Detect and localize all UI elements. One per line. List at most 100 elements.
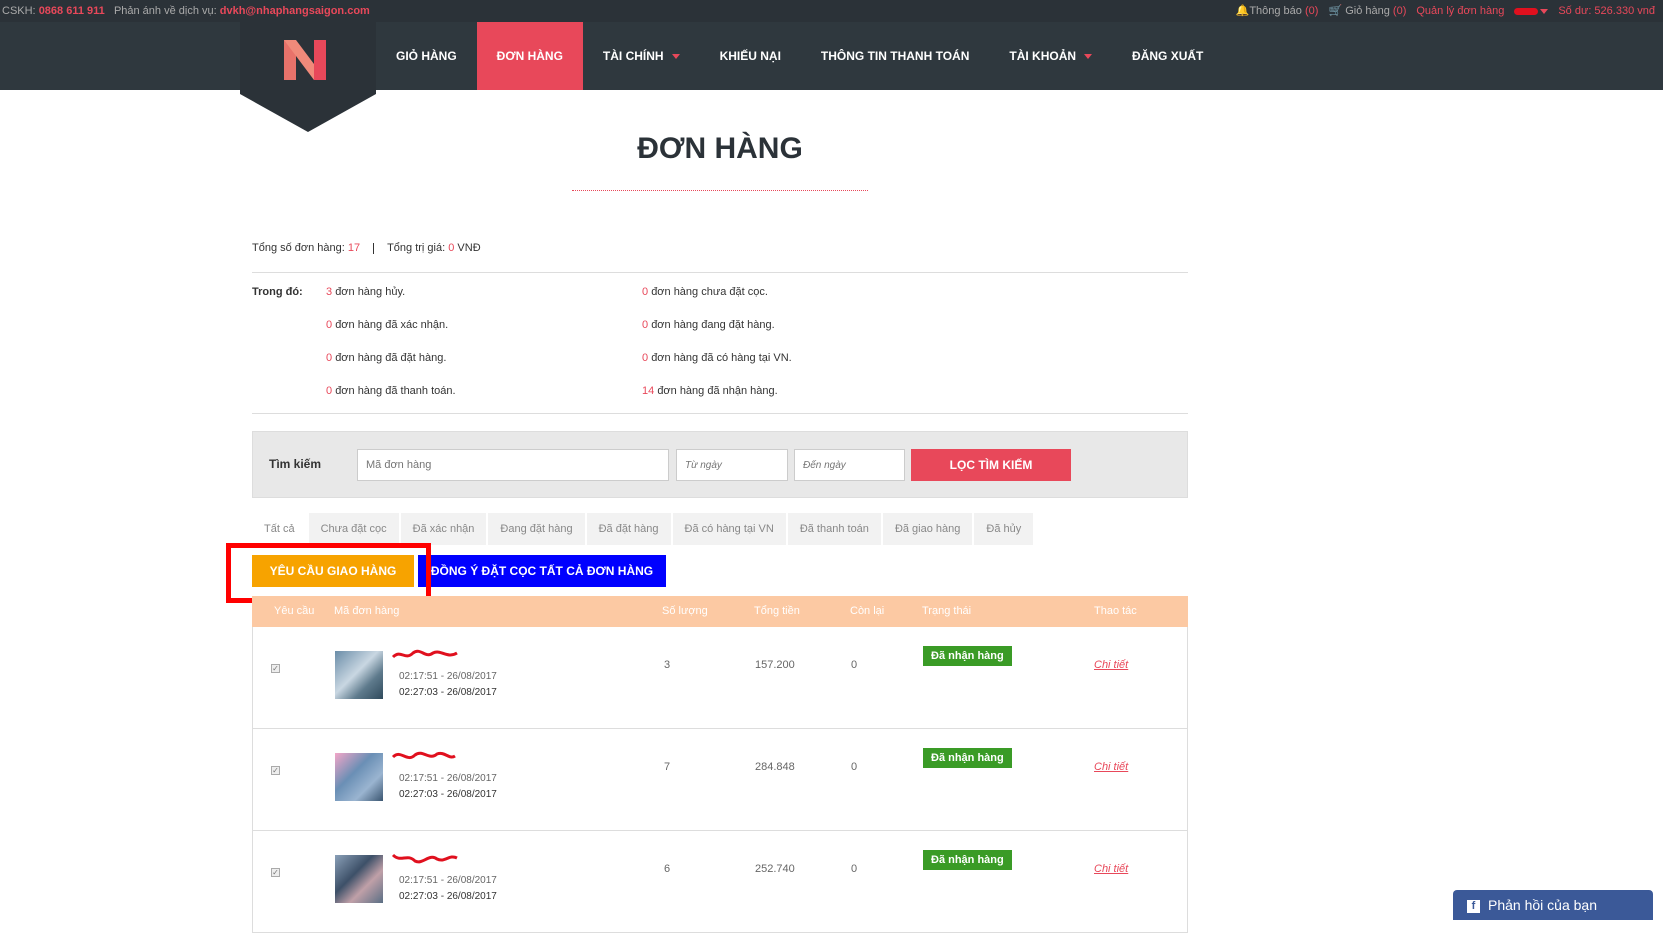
nav-item-cart[interactable]: GIỎ HÀNG [376, 22, 477, 90]
divider [252, 413, 1188, 414]
breakdown-item: 0 đơn hàng chưa đặt cọc. [642, 286, 768, 298]
nav-item-complaints[interactable]: KHIẾU NẠI [700, 22, 801, 90]
search-label: Tìm kiếm [269, 457, 322, 471]
total-value-amount: 0 [448, 242, 455, 254]
nav-item-payment-info[interactable]: THÔNG TIN THANH TOÁN [801, 22, 989, 90]
redacted-order-code [391, 751, 456, 760]
breakdown-label: Trong đó: [252, 286, 303, 298]
nav-item-orders[interactable]: ĐƠN HÀNG [476, 22, 583, 90]
total-value-unit: VNĐ [457, 242, 481, 254]
order-created-time: 02:17:51 - 26/08/2017 [399, 875, 497, 886]
manage-orders-link[interactable]: Quản lý đơn hàng [1416, 0, 1504, 22]
order-code-input[interactable] [357, 449, 669, 481]
col-remaining: Còn lại [850, 605, 885, 617]
cskh-label: CSKH: [2, 5, 36, 17]
divider [252, 272, 1188, 273]
order-created-time: 02:17:51 - 26/08/2017 [399, 773, 497, 784]
search-panel: Tìm kiếm LỌC TÌM KIẾM [252, 431, 1188, 498]
service-label: Phản ánh về dịch vụ: [113, 5, 217, 17]
notification-count: (0) [1304, 5, 1319, 17]
table-row: ✓ 02:17:51 - 26/08/2017 02:27:03 - 26/08… [252, 627, 1188, 729]
cart-count: (0) [1392, 5, 1407, 17]
tab-ordered[interactable]: Đã đặt hàng [586, 513, 671, 545]
row-checkbox[interactable]: ✓ [271, 664, 280, 673]
tab-all[interactable]: Tất cả [252, 513, 307, 545]
detail-link[interactable]: Chi tiết [1094, 761, 1128, 773]
nav-item-account[interactable]: TÀI KHOẢN [989, 22, 1112, 90]
tab-paid[interactable]: Đã thanh toán [787, 513, 881, 545]
total-orders-value: 17 [347, 242, 361, 254]
table-row: ✓ 02:17:51 - 26/08/2017 02:27:03 - 26/08… [252, 729, 1188, 831]
tab-ordering[interactable]: Đang đặt hàng [488, 513, 585, 545]
tab-delivered[interactable]: Đã giao hàng [882, 513, 973, 545]
row-checkbox[interactable]: ✓ [271, 868, 280, 877]
col-quantity: Số lượng [662, 605, 708, 617]
total-value-label: Tổng trị giá: [387, 242, 446, 254]
cskh-phone[interactable]: 0868 611 911 [39, 5, 105, 17]
cart-icon: 🛒 [1328, 5, 1343, 17]
orders-table-header: Yêu cầu Mã đơn hàng Số lượng Tổng tiền C… [252, 596, 1188, 627]
nav-item-finance[interactable]: TÀI CHÍNH [583, 22, 700, 90]
breakdown-item: 0 đơn hàng đang đặt hàng. [642, 319, 775, 331]
feedback-widget[interactable]: f Phản hồi của bạn [1453, 890, 1653, 920]
bell-icon: 🔔 [1235, 5, 1250, 17]
total-orders-label: Tổng số đơn hàng: [252, 242, 345, 254]
product-thumbnail[interactable] [335, 651, 383, 699]
breakdown-item: 3 đơn hàng hủy. [326, 286, 406, 298]
user-links: 🔔Thông báo (0) 🛒 Giỏ hàng (0) Quản lý đơ… [1236, 0, 1655, 22]
top-info-bar: CSKH: 0868 611 911 Phản ánh về dịch vụ: … [0, 0, 1663, 22]
highlight-box [226, 543, 431, 603]
order-total: 157.200 [755, 659, 795, 671]
detail-link[interactable]: Chi tiết [1094, 863, 1128, 875]
tab-cancelled[interactable]: Đã hủy [974, 513, 1034, 545]
page-title: ĐƠN HÀNG [637, 132, 803, 165]
chevron-down-icon [1084, 54, 1093, 60]
col-total: Tổng tiền [754, 605, 800, 617]
site-logo[interactable] [240, 22, 376, 132]
tab-confirmed[interactable]: Đã xác nhận [400, 513, 487, 545]
order-quantity: 6 [664, 863, 671, 875]
table-row: ✓ 02:17:51 - 26/08/2017 02:27:03 - 26/08… [252, 831, 1188, 933]
detail-link[interactable]: Chi tiết [1094, 659, 1128, 671]
order-quantity: 3 [664, 659, 671, 671]
redacted-order-code [391, 853, 458, 864]
breakdown-item: 0 đơn hàng đã có hàng tại VN. [642, 352, 792, 364]
order-summary: Tổng số đơn hàng: 17 Tổng trị giá: 0 VNĐ [252, 242, 481, 254]
status-badge: Đã nhận hàng [923, 850, 1012, 870]
product-thumbnail[interactable] [335, 753, 383, 801]
cart-link[interactable]: 🛒 Giỏ hàng (0) [1328, 0, 1406, 22]
order-remaining: 0 [851, 761, 858, 773]
row-checkbox[interactable]: ✓ [271, 766, 280, 775]
breakdown-item: 14 đơn hàng đã nhận hàng. [642, 385, 778, 397]
order-total: 252.740 [755, 863, 795, 875]
breakdown-item: 0 đơn hàng đã đặt hàng. [326, 352, 447, 364]
order-created-time: 02:17:51 - 26/08/2017 [399, 671, 497, 682]
order-updated-time: 02:27:03 - 26/08/2017 [399, 687, 497, 698]
user-menu[interactable] [1514, 0, 1549, 22]
service-email[interactable]: dvkh@nhaphangsaigon.com [220, 5, 370, 17]
nav-item-logout[interactable]: ĐĂNG XUẤT [1112, 22, 1223, 90]
to-date-input[interactable] [794, 449, 905, 481]
tab-not-deposited[interactable]: Chưa đặt cọc [308, 513, 399, 545]
order-updated-time: 02:27:03 - 26/08/2017 [399, 789, 497, 800]
accept-all-deposit-button[interactable]: ĐỒNG Ý ĐẶT CỌC TẤT CẢ ĐƠN HÀNG [418, 555, 666, 587]
redacted-order-code [391, 649, 458, 659]
logo-n-icon [240, 22, 376, 132]
redacted-username [1514, 7, 1539, 15]
notification-link[interactable]: 🔔Thông báo (0) [1236, 0, 1319, 22]
filter-search-button[interactable]: LỌC TÌM KIẾM [911, 449, 1071, 481]
order-total: 284.848 [755, 761, 795, 773]
tab-arrived-vn[interactable]: Đã có hàng tại VN [672, 513, 786, 545]
col-status: Trạng thái [922, 605, 972, 617]
breakdown-item: 0 đơn hàng đã xác nhận. [326, 319, 449, 331]
from-date-input[interactable] [676, 449, 788, 481]
order-quantity: 7 [664, 761, 671, 773]
order-remaining: 0 [851, 659, 858, 671]
product-thumbnail[interactable] [335, 855, 383, 903]
separator [373, 242, 375, 254]
facebook-icon: f [1467, 899, 1480, 913]
chevron-down-icon [671, 54, 680, 60]
breakdown-item: 0 đơn hàng đã thanh toán. [326, 385, 456, 397]
status-badge: Đã nhận hàng [923, 748, 1012, 768]
title-divider [572, 190, 868, 191]
